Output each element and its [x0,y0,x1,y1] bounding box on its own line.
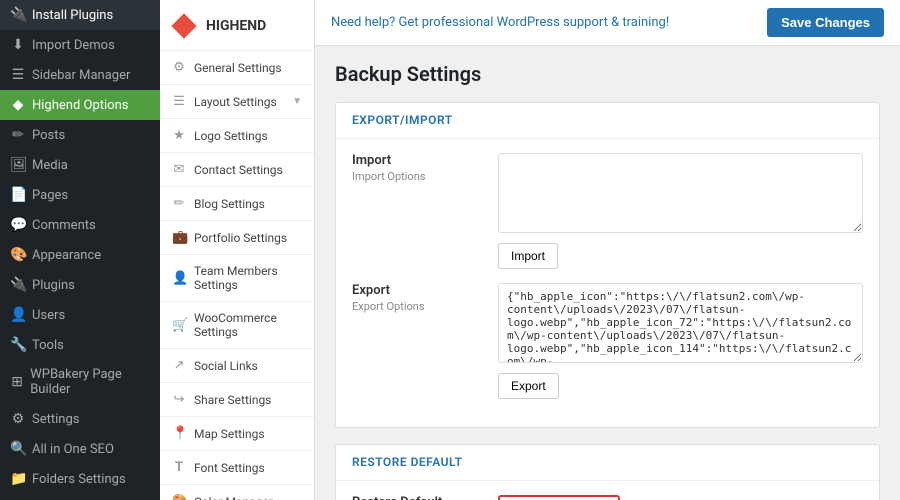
blog-settings-icon: ✏ [172,196,186,211]
import-sublabel: Import Options [352,170,482,183]
plugins-icon: 🔌 [10,277,26,293]
export-import-body: Import Import Options Import Export Expo… [336,139,879,427]
highend-icon: ◆ [10,97,26,113]
export-label-col: Export Export Options [352,283,482,399]
comments-icon: 💬 [10,217,26,233]
users-icon: 👤 [10,307,26,323]
expand-arrow-icon: ▼ [292,96,302,107]
sidebar-item-allinoneseo[interactable]: 🔍 All in One SEO [0,434,160,464]
general-settings-icon: ⚙ [172,60,186,75]
map-settings-icon: 📍 [172,426,186,441]
export-sublabel: Export Options [352,300,482,313]
diamond-logo-icon [170,12,198,40]
media-icon: 🖼 [10,157,26,173]
nav-item-woocommerce[interactable]: 🛒 WooCommerce Settings [160,302,314,349]
options-nav-panel: HIGHEND ⚙ General Settings ☰ Layout Sett… [160,0,315,500]
folders-icon: 📁 [10,471,26,487]
team-settings-icon: 👤 [172,271,186,286]
portfolio-settings-icon: 💼 [172,230,186,245]
nav-item-contact[interactable]: ✉ Contact Settings [160,153,314,187]
nav-item-portfolio[interactable]: 💼 Portfolio Settings [160,221,314,255]
sidebar-item-plugins[interactable]: 🔌 Plugins [0,270,160,300]
main-content: Need help? Get professional WordPress su… [315,0,900,500]
options-title: HIGHEND [206,18,266,34]
nav-item-logo[interactable]: ★ Logo Settings [160,119,314,153]
nav-item-blog[interactable]: ✏ Blog Settings [160,187,314,221]
nav-item-layout[interactable]: ☰ Layout Settings ▼ [160,85,314,119]
export-control-col: Export [498,283,863,399]
sidebar-item-posts[interactable]: ✏ Posts [0,120,160,150]
sidebar-item-folders[interactable]: 📁 Folders Settings [0,464,160,494]
help-link[interactable]: Need help? Get professional WordPress su… [331,15,669,30]
restore-body: Restore Default Options Restore options … [336,481,879,500]
sidebar-item-highend-options[interactable]: ◆ Highend Options [0,90,160,120]
sidebar-item-team[interactable]: 👥 Team Members [0,494,160,500]
social-links-icon: ↗ [172,358,186,373]
restore-header: RESTORE DEFAULT [336,445,879,481]
woocommerce-settings-icon: 🛒 [172,318,186,333]
export-button[interactable]: Export [498,373,559,399]
sidebar-item-pages[interactable]: 📄 Pages [0,180,160,210]
nav-item-share[interactable]: ↪ Share Settings [160,383,314,417]
sidebar-item-wpbakery[interactable]: ⊞ WPBakery Page Builder [0,360,160,404]
content-area: Backup Settings EXPORT/IMPORT Import Imp… [315,46,900,500]
nav-item-color[interactable]: 🎨 Color Manager [160,485,314,500]
restore-options-label: Restore Default Options [352,495,482,500]
sidebar-item-install-plugins[interactable]: 🔌 Install Plugins [0,0,160,30]
sidebar-manager-icon: ☰ [10,67,26,83]
sidebar-item-import-demos[interactable]: ⬇ Import Demos [0,30,160,60]
import-control-col: Import [498,153,863,269]
restore-title: RESTORE DEFAULT [352,455,462,469]
export-import-section: EXPORT/IMPORT Import Import Options Impo… [335,102,880,428]
posts-icon: ✏ [10,127,26,143]
import-label-col: Import Import Options [352,153,482,269]
export-import-title: EXPORT/IMPORT [352,113,453,127]
restore-label-col: Restore Default Options Restore options … [352,495,482,500]
seo-icon: 🔍 [10,441,26,457]
contact-settings-icon: ✉ [172,162,186,177]
nav-item-font[interactable]: T Font Settings [160,451,314,485]
nav-item-map[interactable]: 📍 Map Settings [160,417,314,451]
wpbakery-icon: ⊞ [10,374,24,390]
pages-icon: 📄 [10,187,26,203]
nav-item-social[interactable]: ↗ Social Links [160,349,314,383]
font-settings-icon: T [172,460,186,475]
layout-settings-icon: ☰ [172,94,186,109]
topbar: Need help? Get professional WordPress su… [315,0,900,46]
nav-item-general[interactable]: ⚙ General Settings [160,51,314,85]
sidebar-item-settings[interactable]: ⚙ Settings [0,404,160,434]
restore-row: Restore Default Options Restore options … [352,495,863,500]
sidebar-item-appearance[interactable]: 🎨 Appearance [0,240,160,270]
import-textarea[interactable] [498,153,863,233]
export-label: Export [352,283,482,298]
share-settings-icon: ↪ [172,392,186,407]
plugin-icon: 🔌 [10,7,26,23]
sidebar-item-sidebar-manager[interactable]: ☰ Sidebar Manager [0,60,160,90]
export-import-header: EXPORT/IMPORT [336,103,879,139]
export-row: Export Export Options Export [352,283,863,399]
nav-item-team[interactable]: 👤 Team Members Settings [160,255,314,302]
restore-default-button[interactable]: Restore Default [498,495,620,500]
page-title: Backup Settings [335,62,880,86]
import-label: Import [352,153,482,168]
import-icon: ⬇ [10,37,26,53]
import-row: Import Import Options Import [352,153,863,269]
restore-control-col: Restore Default ** Please make sure you … [498,495,863,500]
color-manager-icon: 🎨 [172,494,186,500]
export-textarea[interactable] [498,283,863,363]
import-button[interactable]: Import [498,243,558,269]
restore-section: RESTORE DEFAULT Restore Default Options … [335,444,880,500]
left-sidebar: 🔌 Install Plugins ⬇ Import Demos ☰ Sideb… [0,0,160,500]
sidebar-item-users[interactable]: 👤 Users [0,300,160,330]
settings-icon: ⚙ [10,411,26,427]
appearance-icon: 🎨 [10,247,26,263]
save-changes-button[interactable]: Save Changes [767,8,884,37]
sidebar-item-tools[interactable]: 🔧 Tools [0,330,160,360]
logo-settings-icon: ★ [172,128,186,143]
sidebar-item-comments[interactable]: 💬 Comments [0,210,160,240]
options-header: HIGHEND [160,0,314,51]
tools-icon: 🔧 [10,337,26,353]
sidebar-item-media[interactable]: 🖼 Media [0,150,160,180]
